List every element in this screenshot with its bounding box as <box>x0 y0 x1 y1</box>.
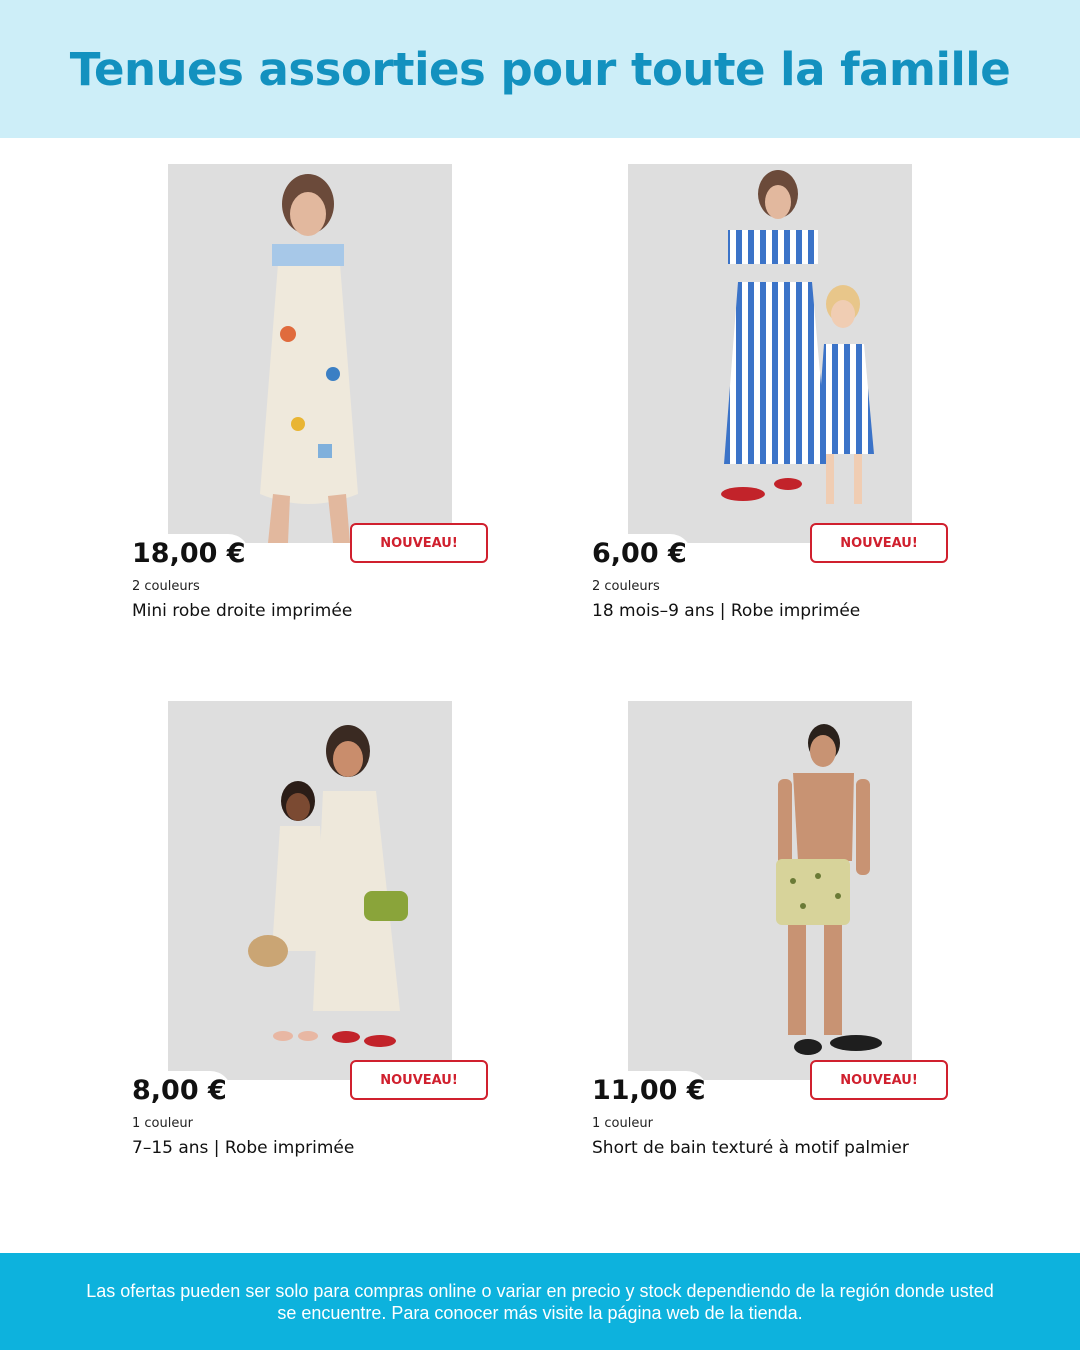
new-badge: NOUVEAU! <box>350 523 488 563</box>
product-name[interactable]: Short de bain texturé à motif palmier <box>592 1138 909 1158</box>
color-count: 2 couleurs <box>132 579 200 594</box>
color-count: 2 couleurs <box>592 579 660 594</box>
product-image[interactable] <box>168 701 452 1080</box>
product-card[interactable]: 18,00 € NOUVEAU! 2 couleurs Mini robe dr… <box>132 164 492 634</box>
product-name[interactable]: Mini robe droite imprimée <box>132 601 352 621</box>
footer-disclaimer: Las ofertas pueden ser solo para compras… <box>86 1280 994 1323</box>
new-badge: NOUVEAU! <box>810 523 948 563</box>
color-count: 1 couleur <box>592 1116 653 1131</box>
product-image[interactable] <box>628 164 912 543</box>
product-card[interactable]: 6,00 € NOUVEAU! 2 couleurs 18 mois–9 ans… <box>592 164 952 634</box>
product-name[interactable]: 18 mois–9 ans | Robe imprimée <box>592 601 860 621</box>
product-name[interactable]: 7–15 ans | Robe imprimée <box>132 1138 354 1158</box>
product-card[interactable]: 11,00 € NOUVEAU! 1 couleur Short de bain… <box>592 701 952 1171</box>
product-price: 18,00 € <box>132 538 246 569</box>
new-badge: NOUVEAU! <box>350 1060 488 1100</box>
product-image[interactable] <box>628 701 912 1080</box>
new-badge: NOUVEAU! <box>810 1060 948 1100</box>
header-banner: Tenues assorties pour toute la famille <box>0 0 1080 138</box>
product-card[interactable]: 8,00 € NOUVEAU! 1 couleur 7–15 ans | Rob… <box>132 701 492 1171</box>
product-price: 6,00 € <box>592 538 687 569</box>
color-count: 1 couleur <box>132 1116 193 1131</box>
page-title: Tenues assorties pour toute la famille <box>69 42 1011 96</box>
product-price: 11,00 € <box>592 1075 706 1106</box>
product-price: 8,00 € <box>132 1075 227 1106</box>
product-image[interactable] <box>168 164 452 543</box>
footer-banner: Las ofertas pueden ser solo para compras… <box>0 1253 1080 1350</box>
